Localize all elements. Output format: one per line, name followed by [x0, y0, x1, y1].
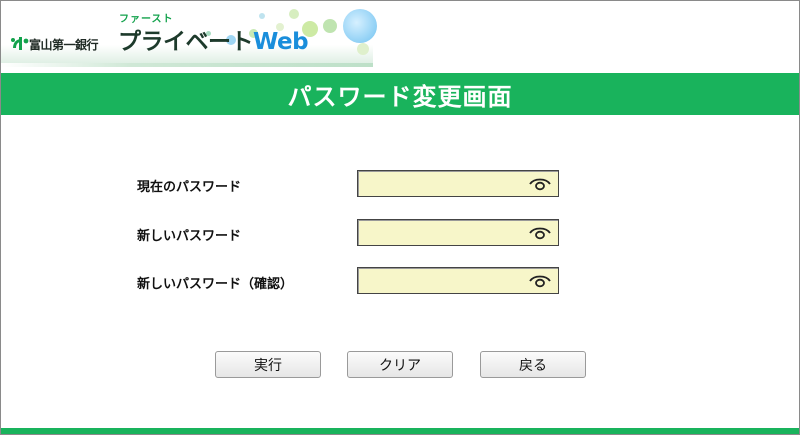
- eye-icon[interactable]: [528, 273, 552, 289]
- current-password-input[interactable]: [358, 171, 528, 196]
- back-button[interactable]: 戻る: [480, 351, 586, 378]
- eye-icon[interactable]: [528, 176, 552, 192]
- title-bar: パスワード変更画面: [1, 73, 799, 115]
- new-password-label: 新しいパスワード: [137, 229, 242, 244]
- page-title: パスワード変更画面: [287, 82, 513, 111]
- decorative-bubble: [289, 9, 299, 19]
- header: 富山第一銀行 ファースト プライベートWeb: [1, 1, 799, 69]
- confirm-password-input[interactable]: [358, 268, 528, 293]
- form-row-current-password: 現在のパスワード: [1, 170, 799, 198]
- header-rule: [1, 63, 373, 67]
- service-name-web: Web: [253, 29, 309, 55]
- new-password-input[interactable]: [358, 220, 528, 245]
- execute-button[interactable]: 実行: [215, 351, 321, 378]
- form-row-new-password: 新しいパスワード: [1, 219, 799, 247]
- new-password-field[interactable]: [357, 219, 559, 246]
- decorative-bubble: [259, 13, 265, 19]
- footer-bar: [1, 428, 799, 434]
- current-password-field[interactable]: [357, 170, 559, 197]
- current-password-label: 現在のパスワード: [137, 180, 242, 195]
- bank-logo-icon: [11, 37, 29, 50]
- confirm-password-field[interactable]: [357, 267, 559, 294]
- service-name: プライベートWeb: [118, 22, 309, 56]
- bank-name: 富山第一銀行: [29, 38, 99, 52]
- clear-button[interactable]: クリア: [347, 351, 453, 378]
- form-row-confirm-password: 新しいパスワード（確認）: [1, 267, 799, 295]
- service-name-main: プライベート: [118, 29, 254, 55]
- eye-icon[interactable]: [528, 225, 552, 241]
- confirm-password-label: 新しいパスワード（確認）: [137, 277, 294, 292]
- decorative-bubble: [357, 43, 369, 55]
- decorative-bubble: [343, 9, 377, 43]
- app-window: 富山第一銀行 ファースト プライベートWeb パスワード変更画面 現在のパスワー…: [0, 0, 800, 435]
- decorative-bubble: [323, 19, 337, 33]
